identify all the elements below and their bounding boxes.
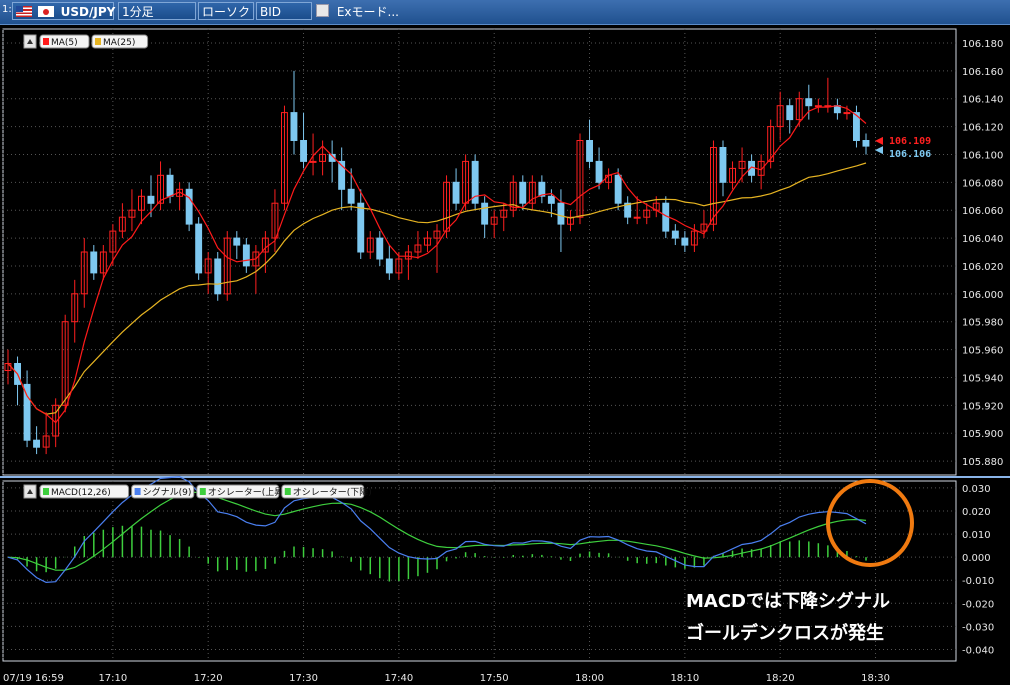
candle-body xyxy=(614,174,622,204)
chart-type-label: ローソク xyxy=(202,5,251,19)
chart-type-selector[interactable]: ローソク xyxy=(198,2,254,20)
candle-body xyxy=(633,216,641,219)
candle-body xyxy=(23,383,31,441)
candle-body xyxy=(166,174,174,197)
price-tick-label: 106.160 xyxy=(962,67,1003,78)
time-tick-label: 17:40 xyxy=(384,673,413,684)
candle-body xyxy=(862,140,870,147)
annotation-line2: ゴールデンクロスが発生 xyxy=(686,622,884,644)
candle-body xyxy=(481,202,489,225)
legend-label: シグナル(9) xyxy=(143,486,192,498)
symbol-label: USD/JPY xyxy=(60,5,116,19)
price-tick-label: 105.960 xyxy=(962,346,1003,357)
timeframe-selector[interactable]: 1分足 xyxy=(118,2,196,20)
legend-swatch-icon xyxy=(43,38,49,45)
annotation-line1: MACDでは下降シグナル xyxy=(686,590,890,612)
candle-body xyxy=(547,195,555,204)
price-tick-label: 106.120 xyxy=(962,123,1003,134)
candle-body xyxy=(586,140,593,162)
candle-body xyxy=(376,237,384,260)
candle-body xyxy=(671,230,679,239)
candle-body xyxy=(347,188,355,204)
legend-label: MACD(12,26) xyxy=(51,488,111,498)
candle-body xyxy=(843,112,851,115)
candle-body xyxy=(786,105,794,121)
candle-body xyxy=(557,202,565,225)
price-tick-label: 106.080 xyxy=(962,178,1003,189)
price-type-label: BID xyxy=(260,5,282,19)
candle-body xyxy=(90,251,98,274)
macd-tick-label: -0.020 xyxy=(962,599,994,610)
legend-swatch-icon xyxy=(199,488,206,495)
timeframe-label: 1分足 xyxy=(122,5,154,19)
legend-swatch-icon xyxy=(43,488,49,495)
legend-label: オシレーター(上昇) xyxy=(208,487,287,498)
ask-price-label: 106.109 xyxy=(889,136,931,147)
price-tick-label: 106.180 xyxy=(962,39,1003,50)
price-tick-label: 106.000 xyxy=(962,290,1003,301)
candle-body xyxy=(214,258,222,295)
time-tick-label: 18:30 xyxy=(861,673,890,684)
time-tick-label: 07/19 16:59 xyxy=(3,673,64,684)
time-tick-label: 18:20 xyxy=(766,673,795,684)
jp-flag-icon xyxy=(37,6,54,17)
time-tick-label: 17:10 xyxy=(98,673,127,684)
candle-body xyxy=(195,223,203,274)
candle-body xyxy=(242,244,250,267)
candle-body xyxy=(147,195,155,204)
legend-label: オシレーター(下降) xyxy=(293,486,372,498)
macd-tick-label: -0.040 xyxy=(962,645,994,656)
price-tick-label: 105.900 xyxy=(962,429,1003,440)
price-tick-label: 106.020 xyxy=(962,262,1003,273)
candle-body xyxy=(309,160,317,163)
chart-toolbar: 1: USD/JPY 1分足 ローソク BID Exモード... xyxy=(0,0,1010,25)
time-tick-label: 17:50 xyxy=(480,673,509,684)
price-tick-label: 105.940 xyxy=(962,373,1003,384)
time-tick-label: 17:30 xyxy=(289,673,318,684)
price-type-selector[interactable]: BID xyxy=(256,2,312,20)
legend-swatch-icon xyxy=(284,488,291,495)
price-tick-label: 106.140 xyxy=(962,95,1003,106)
legend-label: MA(25) xyxy=(103,38,135,48)
time-tick-label: 18:10 xyxy=(670,673,699,684)
macd-tick-label: 0.010 xyxy=(962,530,991,541)
macd-tick-label: 0.000 xyxy=(962,553,991,564)
macd-tick-label: 0.020 xyxy=(962,507,991,518)
macd-tick-label: -0.010 xyxy=(962,576,994,587)
price-tick-label: 105.980 xyxy=(962,318,1003,329)
candle-body xyxy=(233,237,241,246)
legend-swatch-icon xyxy=(95,38,101,45)
time-tick-label: 17:20 xyxy=(194,673,223,684)
price-tick-label: 106.060 xyxy=(962,206,1003,217)
chart-index: 1: xyxy=(2,4,12,15)
price-tick-label: 105.920 xyxy=(962,401,1003,412)
chart-canvas[interactable]: 106.109 106.106 106.180 106.160 106.140 106.… xyxy=(0,25,1010,685)
macd-tick-label: 0.030 xyxy=(962,484,991,495)
candle-body xyxy=(519,181,527,204)
macd-tick-label: -0.030 xyxy=(962,622,994,633)
bid-price-label: 106.106 xyxy=(889,149,931,160)
candle-body xyxy=(805,98,813,107)
legend-swatch-icon xyxy=(134,488,141,495)
ex-mode-label: Exモード... xyxy=(336,5,399,19)
legend-label: MA(5) xyxy=(51,38,78,48)
price-tick-label: 106.040 xyxy=(962,234,1003,245)
candle-body xyxy=(185,188,193,225)
candle-body xyxy=(290,112,298,141)
candle-body xyxy=(357,202,365,253)
time-tick-label: 18:00 xyxy=(575,673,604,684)
candle-body xyxy=(300,140,308,162)
us-flag-icon xyxy=(16,6,32,17)
candle-body xyxy=(681,237,689,246)
candle-body xyxy=(33,439,40,448)
checkbox-icon[interactable] xyxy=(316,4,329,17)
candle-body xyxy=(452,181,460,204)
ex-mode-toggle[interactable]: Exモード... xyxy=(316,4,399,20)
price-tick-label: 106.100 xyxy=(962,150,1003,161)
symbol-selector[interactable]: USD/JPY xyxy=(12,2,116,20)
candle-body xyxy=(595,160,603,183)
candle-body xyxy=(385,258,393,274)
candle-body xyxy=(719,147,727,183)
price-tick-label: 105.880 xyxy=(962,457,1003,468)
